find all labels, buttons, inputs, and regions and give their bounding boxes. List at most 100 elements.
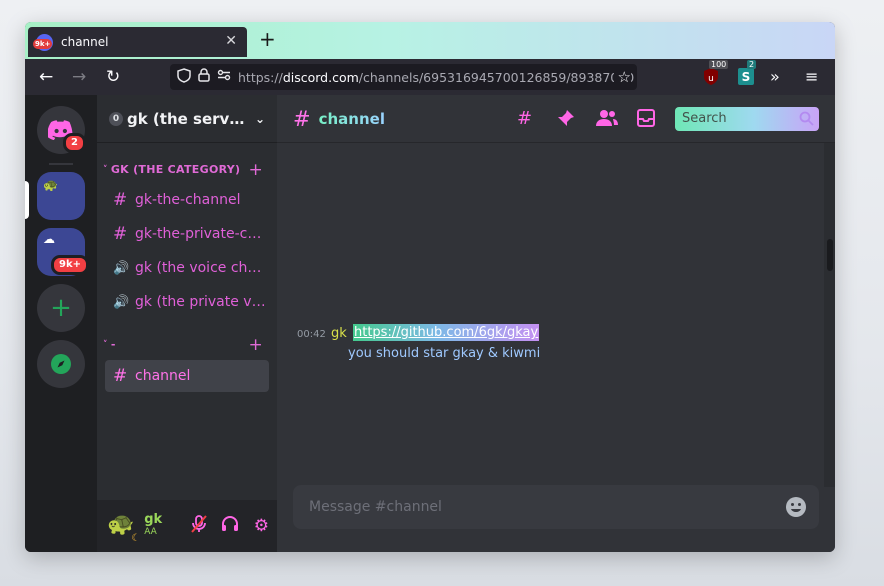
tab-title: channel	[61, 35, 109, 49]
url-bar[interactable]: https://discord.com/channels/69531694570…	[170, 64, 637, 90]
message-author[interactable]: gk	[331, 326, 347, 341]
url-prefix: https://	[238, 69, 283, 85]
explore-servers-button[interactable]	[37, 340, 85, 388]
guild-header[interactable]: 0 gk (the server) ⌄	[97, 95, 277, 143]
category-label: -	[110, 338, 116, 351]
scrollbar-track[interactable]	[824, 143, 835, 487]
channel-label: gk-the-channel	[135, 192, 241, 208]
threads-icon[interactable]: #	[517, 109, 532, 129]
home-button[interactable]: 2	[37, 106, 86, 154]
channel-gk-private-voice[interactable]: 🔊 gk (the private voice channel)	[105, 286, 269, 318]
server-separator	[49, 163, 73, 165]
text-channel-icon: #	[293, 106, 311, 131]
ublock-badge: 100	[709, 60, 729, 69]
overflow-chevrons-icon[interactable]: »	[770, 67, 780, 87]
stylus-icon[interactable]: S 2	[737, 60, 757, 87]
browser-toolbar: ← → ↻ https://discord.com/channels/69531…	[25, 59, 835, 95]
search-placeholder: Search	[682, 111, 727, 126]
svg-text:S: S	[742, 70, 751, 84]
browser-tab[interactable]: 9k+ channel ✕	[28, 27, 247, 57]
home-badge: 2	[63, 133, 86, 153]
turtle-server-icon: 🐢	[43, 178, 58, 192]
url-host: discord.com	[282, 69, 359, 85]
message-timestamp: 00:42	[297, 329, 326, 340]
text-channel-icon: #	[113, 190, 128, 210]
category-gk[interactable]: ˅ GK (THE CATEGORY) +	[103, 160, 263, 180]
server-gk-badge: 9k+	[51, 255, 89, 275]
permissions-icon[interactable]	[217, 69, 231, 85]
close-tab-icon[interactable]: ✕	[225, 33, 237, 49]
compass-icon	[51, 354, 71, 374]
idle-moon-icon: ☾	[131, 533, 141, 544]
emoji-picker-icon[interactable]	[785, 496, 807, 518]
user-status: AA	[144, 527, 157, 537]
chat-area: # channel # Search 00:42 gk https://gith…	[277, 95, 835, 552]
gk-server-icon: ☁	[43, 232, 55, 246]
channel-label: gk (the private voice channel)	[135, 294, 269, 310]
server-gk[interactable]: ☁ 9k+	[37, 228, 89, 276]
category-dash[interactable]: ˅ - +	[103, 335, 263, 355]
category-chevron-icon: ˅	[103, 339, 108, 350]
text-channel-icon: #	[113, 366, 128, 386]
channel-label: gk-the-private-channel	[135, 226, 269, 242]
url-text[interactable]: https://discord.com/channels/69531694570…	[238, 70, 634, 85]
guild-name: gk (the server)	[127, 109, 249, 128]
channel-gk-the-private[interactable]: # gk-the-private-channel	[105, 218, 269, 250]
user-meta[interactable]: gk AA	[144, 513, 183, 539]
gear-icon[interactable]: ⚙	[246, 516, 277, 536]
discord-app: 2 🐢 ☁ 9k+ + 0 gk (the server) ⌄ ˅ GK (TH…	[25, 95, 835, 552]
chevron-down-icon: ⌄	[254, 111, 265, 126]
svg-text:u: u	[708, 74, 714, 84]
message-body: you should star gkay & kiwmi	[348, 346, 541, 361]
channel-gk-the-channel[interactable]: # gk-the-channel	[105, 184, 269, 216]
category-chevron-icon: ˅	[103, 164, 108, 175]
ublock-icon[interactable]: u 100	[702, 60, 729, 87]
bookmark-star-icon[interactable]: ☆	[613, 68, 631, 86]
browser-window: 9k+ channel ✕ + ← → ↻ https://discord.co…	[25, 22, 835, 552]
channel-channel[interactable]: # channel	[105, 360, 269, 392]
private-voice-channel-icon: 🔊	[113, 294, 130, 310]
reload-icon[interactable]: ↻	[106, 67, 120, 87]
member-list-icon[interactable]	[596, 109, 618, 132]
search-input[interactable]: Search	[675, 107, 819, 131]
hamburger-menu-icon[interactable]: ≡	[805, 67, 818, 87]
channel-label: channel	[135, 368, 191, 384]
message-link[interactable]: https://github.com/6gk/gkay	[353, 324, 540, 341]
private-text-channel-icon: #	[113, 224, 128, 244]
avatar[interactable]: 🐢 ☾	[107, 510, 141, 544]
message-input[interactable]: Message #channel	[293, 485, 819, 529]
url-path: /channels/695316945700126859/89387000	[358, 69, 635, 85]
forward-arrow-icon[interactable]: →	[72, 67, 86, 87]
back-arrow-icon[interactable]: ←	[39, 67, 53, 87]
create-channel-icon[interactable]: +	[248, 335, 263, 355]
mute-microphone-icon[interactable]	[183, 514, 214, 538]
message-placeholder: Message #channel	[309, 499, 442, 515]
user-name: gk	[144, 512, 163, 527]
create-channel-icon[interactable]: +	[248, 160, 263, 180]
channel-label: gk (the voice channel)	[135, 260, 269, 276]
inbox-icon[interactable]	[637, 109, 655, 132]
new-tab-button[interactable]: +	[259, 29, 276, 49]
category-label: GK (THE CATEGORY)	[110, 163, 241, 176]
scrollbar-thumb[interactable]	[827, 239, 833, 271]
server-list: 2 🐢 ☁ 9k+ +	[25, 95, 97, 552]
channel-header: # channel # Search	[277, 95, 835, 143]
stylus-badge: 2	[747, 60, 757, 69]
pin-icon[interactable]	[557, 109, 575, 132]
server-turtle[interactable]: 🐢	[37, 172, 85, 220]
tab-strip: 9k+ channel ✕ +	[25, 22, 835, 59]
selected-server-pill	[25, 181, 29, 219]
channel-gk-voice[interactable]: 🔊 gk (the voice channel)	[105, 252, 269, 284]
channel-sidebar: 0 gk (the server) ⌄ ˅ GK (THE CATEGORY) …	[97, 95, 277, 552]
lock-icon[interactable]	[198, 68, 210, 86]
channel-title: channel	[318, 109, 385, 128]
user-panel: 🐢 ☾ gk AA ⚙	[97, 500, 277, 552]
add-server-button[interactable]: +	[37, 284, 85, 332]
plus-icon: +	[50, 293, 72, 323]
tab-badge: 9k+	[33, 38, 53, 49]
server-boost-icon: 0	[109, 111, 123, 126]
headphones-icon[interactable]	[215, 515, 246, 537]
discord-favicon-icon: 9k+	[33, 33, 53, 51]
voice-channel-icon: 🔊	[113, 260, 130, 276]
tracking-shield-icon[interactable]	[177, 67, 191, 87]
